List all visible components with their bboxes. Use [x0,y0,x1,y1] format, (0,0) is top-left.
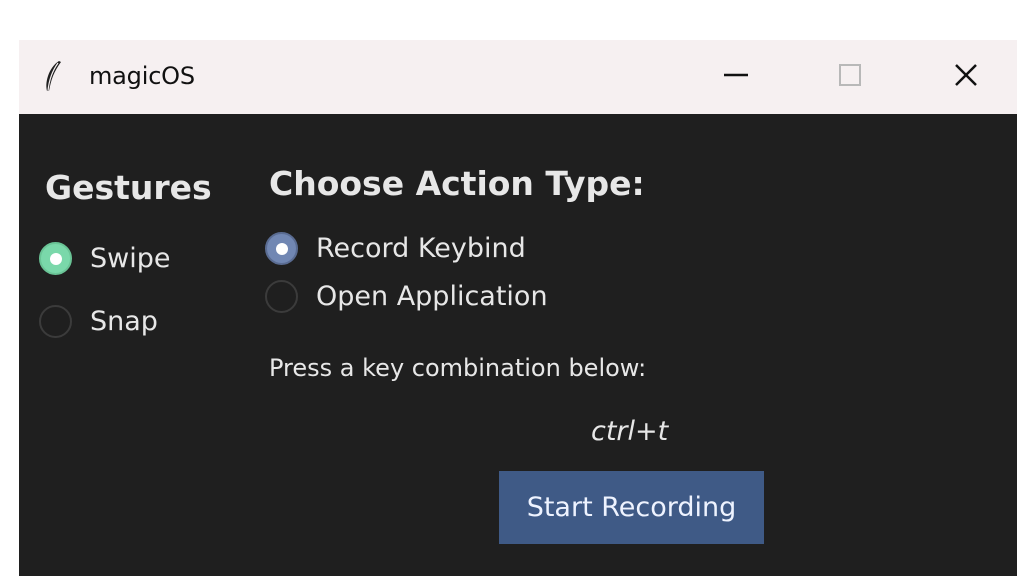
gesture-option-label: Snap [90,306,158,337]
gesture-option-label: Swipe [90,243,171,274]
window-title: magicOS [89,62,195,90]
gesture-option-snap[interactable]: Snap [39,305,158,338]
title-bar[interactable]: magicOS [19,40,1017,114]
minimize-button[interactable] [713,54,759,100]
action-option-open-application[interactable]: Open Application [265,280,548,313]
key-combination-instruction: Press a key combination below: [269,354,647,382]
radio-unselected-icon[interactable] [265,280,298,313]
feather-icon [41,60,63,94]
close-button[interactable] [943,54,989,100]
current-keybind-display: ctrl+t [591,416,669,447]
action-type-heading: Choose Action Type: [269,164,645,203]
action-option-label: Open Application [316,281,548,312]
main-content: Gestures Swipe Snap Choose Action Type: … [19,114,1017,576]
app-window: magicOS Gestures Swipe Snap Choose Actio… [19,40,1017,576]
gestures-heading: Gestures [45,168,212,207]
maximize-button[interactable] [827,54,873,100]
radio-selected-icon[interactable] [39,242,72,275]
start-recording-button[interactable]: Start Recording [499,471,764,544]
minimize-icon [722,61,750,93]
maximize-icon [836,61,864,93]
radio-unselected-icon[interactable] [39,305,72,338]
action-option-record-keybind[interactable]: Record Keybind [265,232,526,265]
radio-selected-icon[interactable] [265,232,298,265]
gesture-option-swipe[interactable]: Swipe [39,242,170,275]
close-icon [952,61,980,93]
action-option-label: Record Keybind [316,233,526,264]
